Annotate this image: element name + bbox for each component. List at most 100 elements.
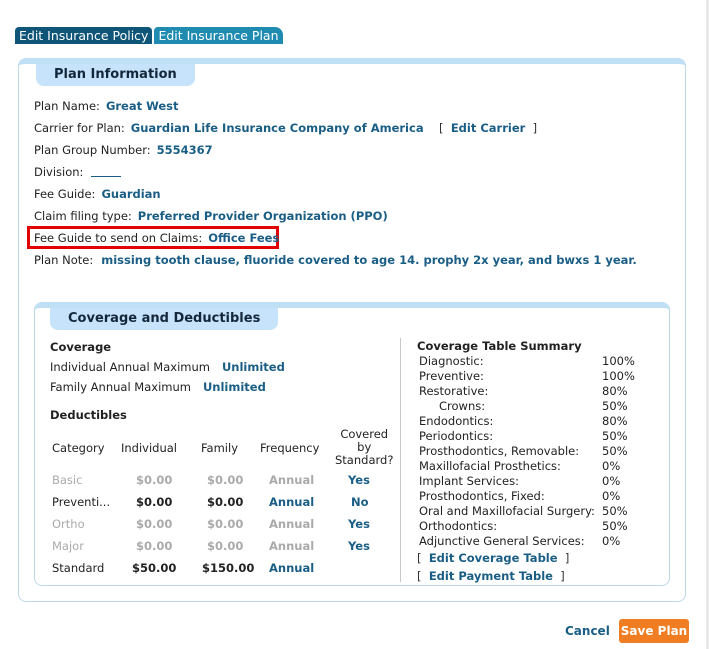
summary-value: 0% [602,534,621,548]
table-row-covered: Yes [348,473,370,487]
individual-max-label: Individual Annual Maximum [50,360,210,374]
claim-type-label: Claim filing type: [34,209,132,223]
table-row-individual: $50.00 [132,561,177,575]
summary-label: Oral and Maxillofacial Surgery: [419,504,595,518]
table-row-individual: $0.00 [136,517,173,531]
coverage-title: Coverage and Deductibles [50,308,279,330]
deductibles-heading: Deductibles [50,408,127,422]
group-number-row: Plan Group Number: 5554367 [34,143,213,157]
family-max-row: Family Annual Maximum Unlimited [50,380,266,394]
summary-value: 50% [602,519,628,533]
fee-guide-claims-label: Fee Guide to send on Claims: [34,231,203,245]
table-row-individual: $0.00 [136,473,173,487]
plan-name-label: Plan Name: [34,99,100,113]
summary-label: Adjunctive General Services: [419,534,585,548]
column-divider [400,338,401,582]
division-label: Division: [34,165,84,179]
coverage-heading: Coverage [50,340,112,354]
summary-value: 0% [602,474,621,488]
summary-value: 0% [602,459,621,473]
carrier-value: Guardian Life Insurance Company of Ameri… [130,121,424,135]
summary-label: Periodontics: [419,429,494,443]
summary-label: Preventive: [419,369,484,383]
fee-guide-value: Guardian [101,187,161,201]
fee-guide-row: Fee Guide: Guardian [34,187,161,201]
carrier-label: Carrier for Plan: [34,121,125,135]
plan-note-row: Plan Note: missing tooth clause, fluoride… [34,253,637,267]
summary-value: 50% [602,504,628,518]
fee-guide-claims-value: Office Fees [208,231,280,245]
family-max-label: Family Annual Maximum [50,380,191,394]
summary-label: Restorative: [419,384,489,398]
group-number-label: Plan Group Number: [34,143,151,157]
edit-payment-table-link[interactable]: Edit Payment Table [429,569,553,583]
table-row-category: Preventi... [52,495,111,509]
summary-label: Endodontics: [419,414,494,428]
summary-value: 80% [602,414,628,428]
plan-name-value: Great West [105,99,179,113]
summary-value: 100% [602,369,635,383]
summary-value: 50% [602,399,628,413]
summary-label: Implant Services: [419,474,519,488]
summary-value: 80% [602,384,628,398]
table-row-family: $0.00 [207,473,244,487]
cancel-button[interactable]: Cancel [565,624,610,638]
col-family: Family [201,441,239,455]
col-individual: Individual [121,441,178,455]
fee-guide-claims-row: Fee Guide to send on Claims: Office Fees [34,231,279,245]
group-number-value: 5554367 [156,143,213,157]
table-row-category: Major [52,539,84,553]
col-covered-by-standard: Covered by Standard? [335,428,393,467]
summary-title: Coverage Table Summary [417,339,582,353]
table-row-frequency: Annual [269,495,315,509]
summary-label: Crowns: [439,399,486,413]
tab-edit-insurance-plan[interactable]: Edit Insurance Plan [154,27,283,44]
edit-carrier-link-wrap: [ Edit Carrier ] [439,121,538,135]
plan-note-label: Plan Note: [34,253,94,267]
summary-label: Diagnostic: [419,354,484,368]
table-row-covered: No [351,495,369,509]
summary-value: 50% [602,429,628,443]
summary-label: Prosthodontics, Removable: [419,444,580,458]
fee-guide-label: Fee Guide: [34,187,96,201]
summary-value: 0% [602,489,621,503]
summary-value: 100% [602,354,635,368]
edit-coverage-link-wrap: [ Edit Coverage Table ] [417,551,570,565]
edit-payment-link-wrap: [ Edit Payment Table ] [417,569,565,583]
summary-label: Orthodontics: [419,519,498,533]
individual-max-value: Unlimited [221,360,285,374]
claim-type-row: Claim filing type: Preferred Provider Org… [34,209,388,223]
claim-type-value: Preferred Provider Organization (PPO) [137,209,388,223]
table-row-category: Standard [52,561,105,575]
individual-max-row: Individual Annual Maximum Unlimited [50,360,285,374]
table-row-family: $150.00 [202,561,255,575]
table-row-family: $0.00 [207,495,244,509]
table-row-covered: Yes [348,517,370,531]
table-row-frequency: Annual [269,517,315,531]
table-row-covered: Yes [348,539,370,553]
edit-coverage-table-link[interactable]: Edit Coverage Table [429,551,558,565]
summary-label: Maxillofacial Prosthetics: [419,459,561,473]
col-frequency: Frequency [260,441,320,455]
summary-label: Prosthodontics, Fixed: [419,489,545,503]
col-covered-line3: Standard? [335,453,394,467]
table-row-family: $0.00 [207,539,244,553]
plan-information-title: Plan Information [36,64,195,86]
plan-note-value: missing tooth clause, fluoride covered t… [101,253,637,267]
division-row: Division: [34,165,122,179]
edit-carrier-link[interactable]: Edit Carrier [451,121,526,135]
summary-value: 50% [602,444,628,458]
table-row-category: Ortho [52,517,85,531]
tab-edit-insurance-policy[interactable]: Edit Insurance Policy [15,27,153,44]
tab-bar: Edit Insurance Policy Edit Insurance Pla… [15,27,283,44]
table-row-category: Basic [52,473,83,487]
table-row-family: $0.00 [207,517,244,531]
division-value [91,168,122,177]
table-row-frequency: Annual [269,473,315,487]
save-plan-button[interactable]: Save Plan [619,619,689,643]
carrier-row: Carrier for Plan: Guardian Life Insurance… [34,121,424,135]
table-row-individual: $0.00 [136,495,173,509]
family-max-value: Unlimited [202,380,266,394]
table-row-individual: $0.00 [136,539,173,553]
table-row-frequency: Annual [269,539,315,553]
